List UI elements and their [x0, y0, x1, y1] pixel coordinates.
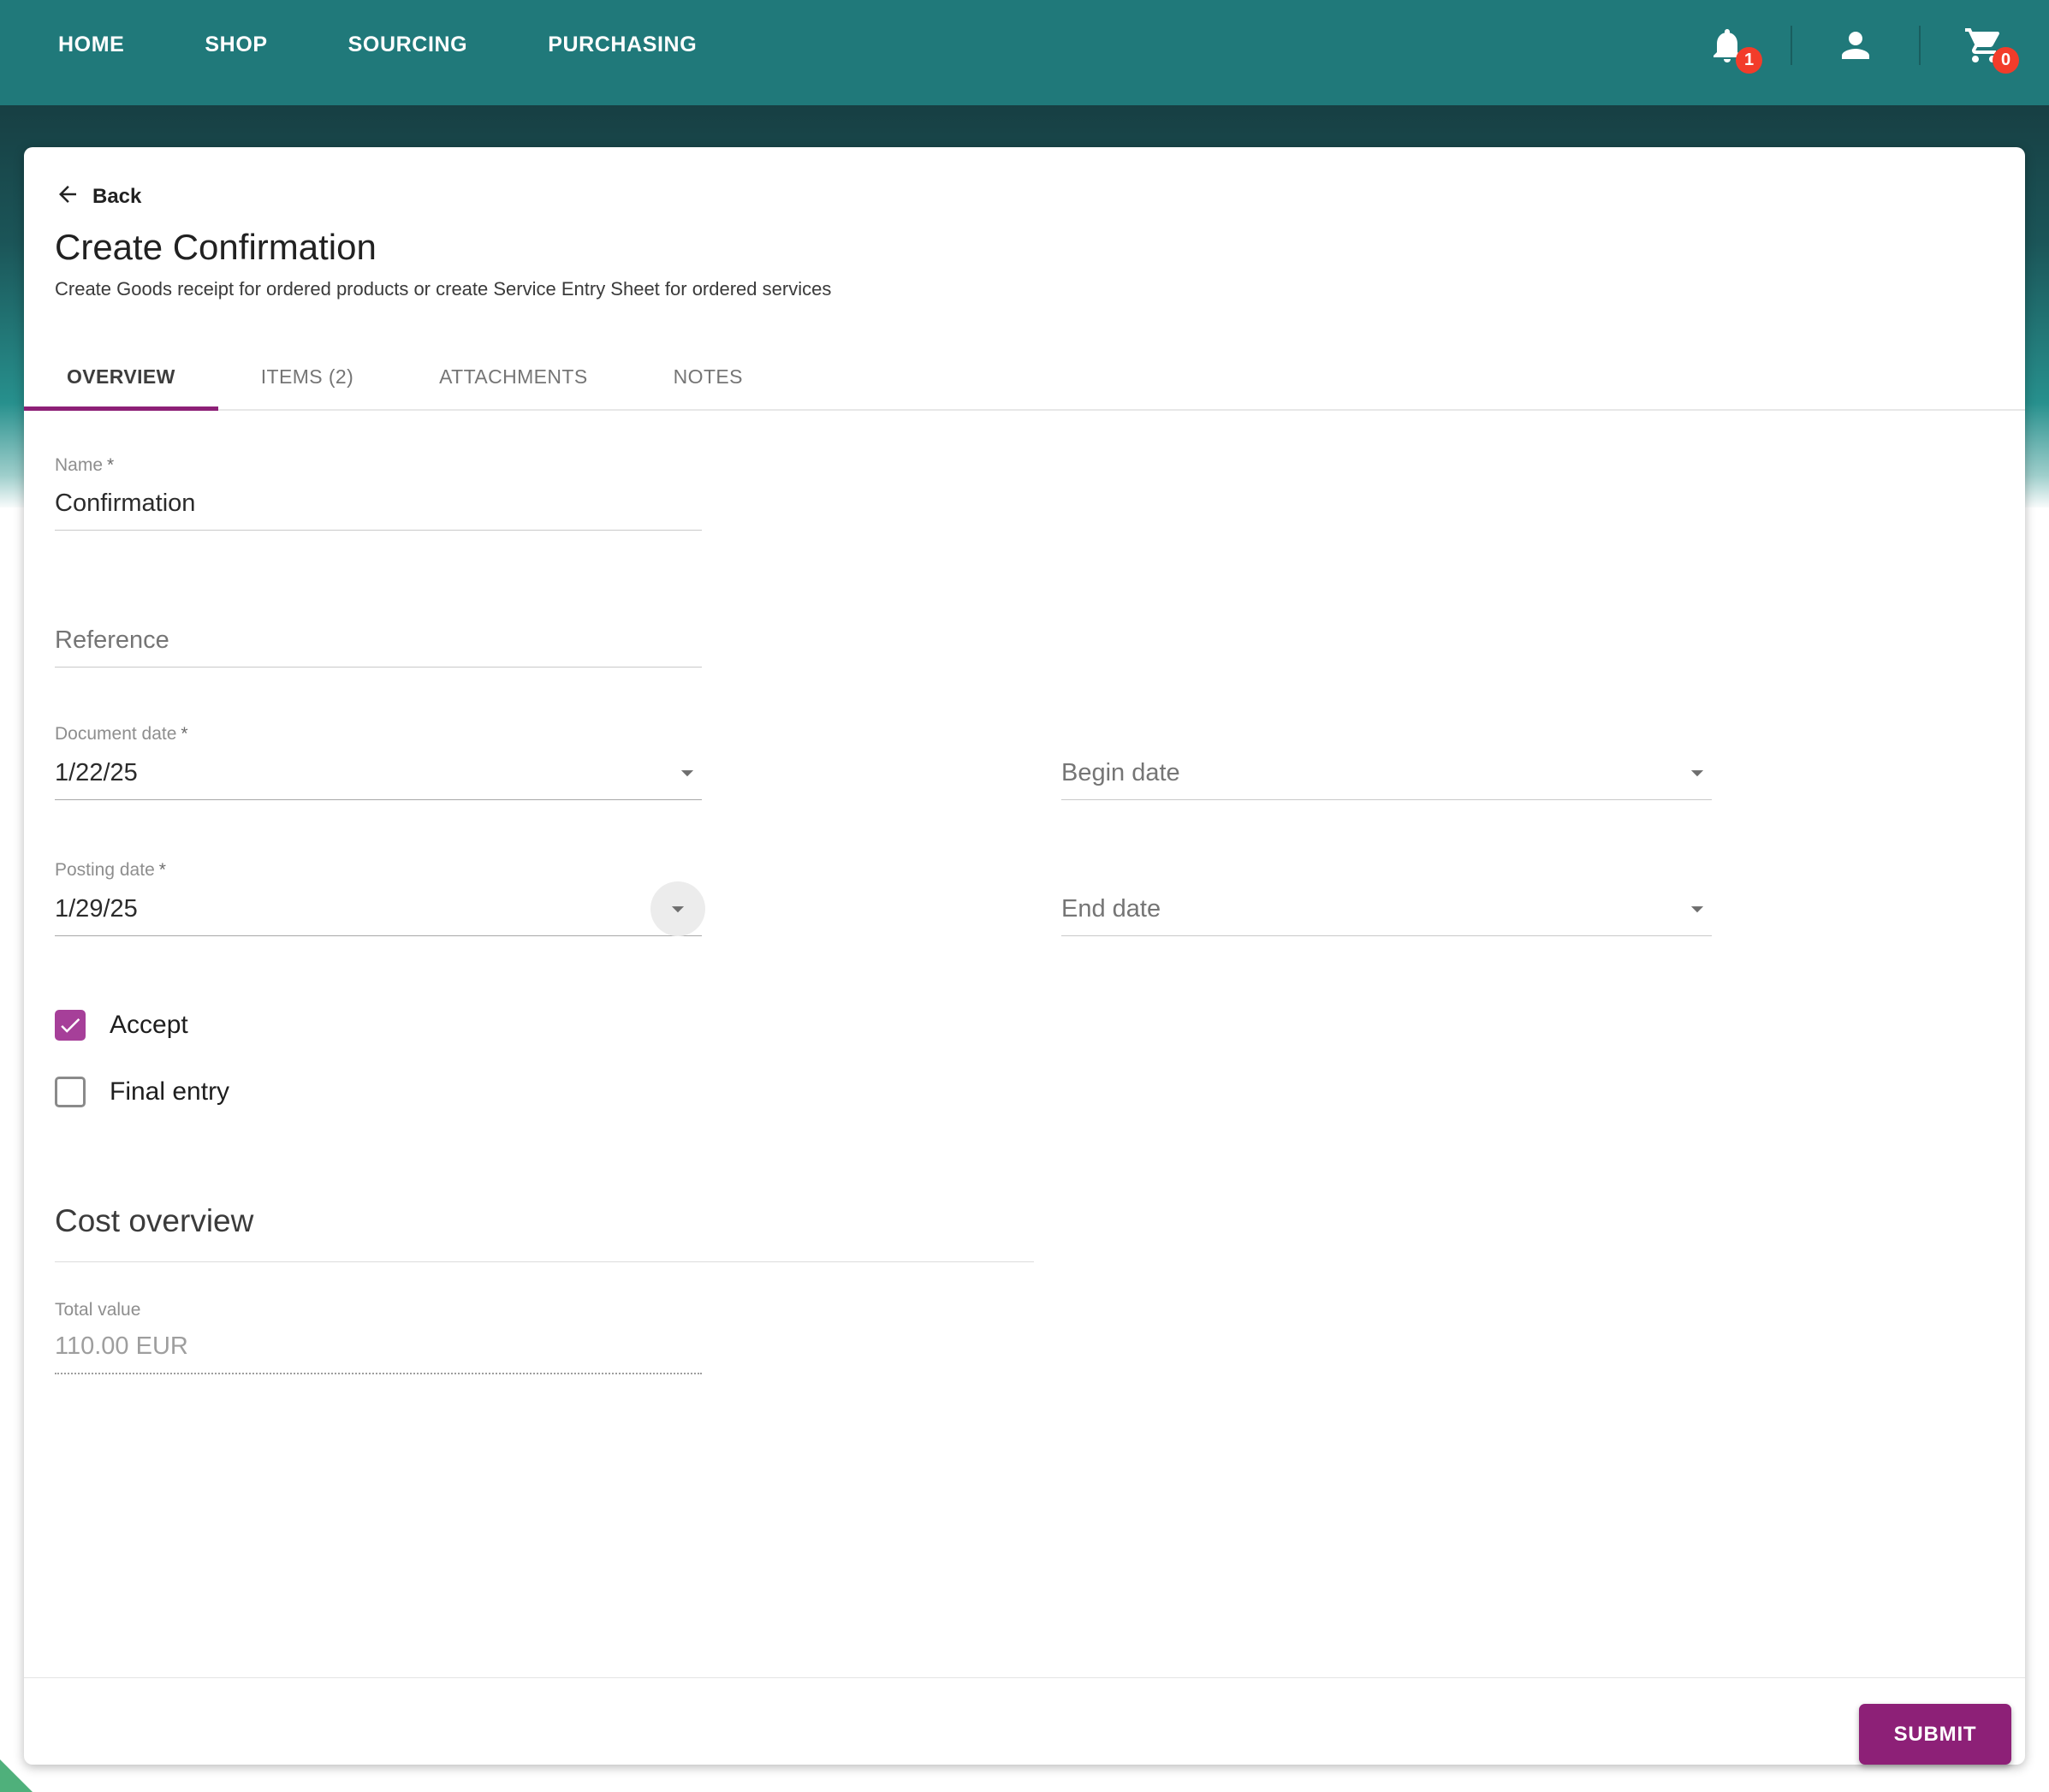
- arrow-back-icon: [55, 181, 80, 211]
- final-entry-checkbox[interactable]: [55, 1077, 86, 1107]
- document-date-row: Document date*: [55, 724, 1994, 800]
- required-asterisk: *: [107, 455, 114, 475]
- page-subtitle: Create Goods receipt for ordered product…: [55, 278, 1994, 300]
- cost-overview-heading: Cost overview: [55, 1203, 1994, 1239]
- chevron-down-icon[interactable]: [663, 894, 692, 923]
- chevron-down-icon[interactable]: [673, 758, 702, 787]
- name-input[interactable]: [55, 490, 702, 518]
- check-icon: [57, 1012, 83, 1038]
- page-title: Create Confirmation: [55, 227, 1994, 268]
- card-footer: SUBMIT: [24, 1677, 2025, 1765]
- document-date-field-group: Document date*: [55, 724, 702, 800]
- document-date-label-text: Document date: [55, 724, 176, 744]
- topbar-divider: [1791, 26, 1792, 65]
- chevron-down-icon[interactable]: [1683, 758, 1712, 787]
- accept-checkbox-row[interactable]: Accept: [55, 1010, 188, 1041]
- cart-button[interactable]: 0: [1963, 25, 2004, 66]
- notifications-button[interactable]: 1: [1707, 25, 1748, 66]
- document-date-input[interactable]: [55, 759, 673, 787]
- posting-date-input[interactable]: [55, 895, 650, 923]
- topbar-divider: [1919, 26, 1921, 65]
- begin-date-input[interactable]: [1061, 759, 1683, 787]
- tab-bar: OVERVIEW ITEMS (2) ATTACHMENTS NOTES: [24, 343, 2025, 411]
- total-value-field-group: Total value 110.00 EUR: [55, 1300, 702, 1374]
- submit-button[interactable]: SUBMIT: [1859, 1704, 2011, 1765]
- create-confirmation-card: Back Create Confirmation Create Goods re…: [24, 147, 2025, 1765]
- name-field-group: Name*: [55, 455, 702, 531]
- checkbox-section: Accept Final entry: [55, 1010, 1994, 1107]
- back-label: Back: [92, 185, 141, 209]
- topbar-actions: 1 0: [1707, 25, 2004, 66]
- account-button[interactable]: [1835, 25, 1876, 66]
- tab-notes[interactable]: NOTES: [631, 343, 786, 409]
- final-entry-checkbox-row[interactable]: Final entry: [55, 1077, 229, 1107]
- cart-badge: 0: [1993, 47, 2019, 74]
- name-label: Name*: [55, 455, 702, 476]
- required-asterisk: *: [159, 860, 166, 880]
- chevron-down-icon[interactable]: [1683, 894, 1712, 923]
- posting-date-caret-focus[interactable]: [650, 881, 705, 936]
- required-asterisk: *: [181, 724, 187, 744]
- posting-date-field-group: Posting date*: [55, 860, 702, 936]
- back-button[interactable]: Back: [55, 181, 141, 211]
- nav-item-shop[interactable]: SHOP: [205, 33, 267, 57]
- accept-checkbox-label: Accept: [110, 1011, 188, 1040]
- top-navigation-bar: HOME SHOP SOURCING PURCHASING 1 0: [0, 0, 2049, 105]
- reference-field-group: [55, 613, 702, 668]
- nav-item-purchasing[interactable]: PURCHASING: [548, 33, 697, 57]
- person-icon: [1835, 55, 1876, 69]
- card-flex-spacer: [24, 1374, 2025, 1677]
- cost-overview-divider: [55, 1261, 1034, 1262]
- notifications-badge: 1: [1736, 47, 1762, 74]
- begin-date-field-group: [1061, 745, 1712, 800]
- nav-item-home[interactable]: HOME: [58, 33, 124, 57]
- final-entry-checkbox-label: Final entry: [110, 1077, 229, 1107]
- end-date-field-group: [1061, 881, 1712, 936]
- total-value-readout: 110.00 EUR: [55, 1320, 702, 1374]
- posting-date-label-text: Posting date: [55, 860, 155, 880]
- card-header: Back Create Confirmation Create Goods re…: [24, 147, 2025, 300]
- total-value-label: Total value: [55, 1300, 702, 1320]
- main-nav: HOME SHOP SOURCING PURCHASING: [58, 33, 697, 57]
- posting-date-label: Posting date*: [55, 860, 702, 881]
- overview-form: Name* Document date*: [24, 411, 2025, 1374]
- name-label-text: Name: [55, 455, 103, 475]
- end-date-input[interactable]: [1061, 895, 1683, 923]
- nav-item-sourcing[interactable]: SOURCING: [348, 33, 468, 57]
- reference-input[interactable]: [55, 626, 702, 655]
- tab-attachments[interactable]: ATTACHMENTS: [396, 343, 631, 409]
- tab-overview[interactable]: OVERVIEW: [24, 343, 218, 409]
- accept-checkbox[interactable]: [55, 1010, 86, 1041]
- document-date-label: Document date*: [55, 724, 702, 745]
- tab-items[interactable]: ITEMS (2): [218, 343, 396, 409]
- posting-date-row: Posting date*: [55, 860, 1994, 936]
